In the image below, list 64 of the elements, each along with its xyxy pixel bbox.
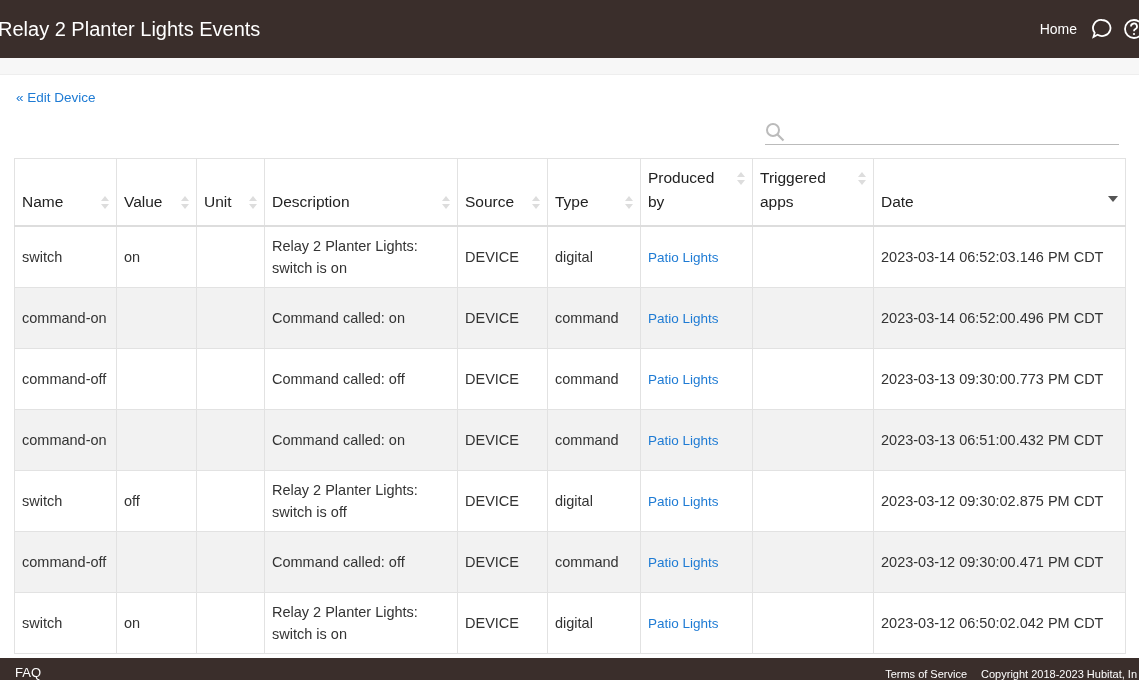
table-cell: Command called: on — [272, 310, 405, 326]
table-cell: 2023-03-13 09:30:00.773 PM CDT — [881, 371, 1104, 387]
copyright-text: Copyright 2018-2023 Hubitat, In — [981, 668, 1137, 680]
column-header[interactable]: Produced by — [640, 158, 753, 226]
table-cell: command-off — [22, 554, 107, 570]
chat-bubble-icon[interactable] — [1091, 18, 1113, 40]
table-cell: Relay 2 Planter Lights: switch is on — [272, 238, 418, 276]
help-icon[interactable] — [1123, 18, 1139, 40]
table-cell: Relay 2 Planter Lights: switch is off — [272, 482, 418, 520]
device-link[interactable]: Patio Lights — [648, 615, 719, 631]
column-header[interactable]: Triggered apps — [752, 158, 874, 226]
device-link[interactable]: Patio Lights — [648, 432, 719, 448]
table-cell: off — [124, 493, 140, 509]
table-cell: command — [555, 310, 619, 326]
table-cell: Relay 2 Planter Lights: switch is on — [272, 604, 418, 642]
table-cell: command-on — [22, 432, 107, 448]
table-cell: switch — [22, 615, 63, 631]
table-cell: 2023-03-14 06:52:03.146 PM CDT — [881, 249, 1104, 265]
table-cell: DEVICE — [465, 310, 519, 326]
table-cell: DEVICE — [465, 554, 519, 570]
faq-link[interactable]: FAQ — [15, 665, 41, 680]
table-cell: command — [555, 554, 619, 570]
table-cell: 2023-03-12 06:50:02.042 PM CDT — [881, 615, 1104, 631]
device-link[interactable]: Patio Lights — [648, 310, 719, 326]
column-header[interactable]: Unit — [196, 158, 265, 226]
device-link[interactable]: Patio Lights — [648, 554, 719, 570]
column-header[interactable]: Source — [457, 158, 548, 226]
home-link[interactable]: Home — [1039, 21, 1077, 37]
table-cell: Command called: off — [272, 371, 405, 387]
column-header[interactable]: Type — [547, 158, 641, 226]
table-cell: 2023-03-12 09:30:00.471 PM CDT — [881, 554, 1104, 570]
table-cell: Command called: off — [272, 554, 405, 570]
column-header[interactable]: Name — [14, 158, 117, 226]
table-cell: command — [555, 432, 619, 448]
table-cell: on — [124, 249, 141, 265]
table-cell: command-off — [22, 371, 107, 387]
table-cell: digital — [555, 493, 593, 509]
table-cell: DEVICE — [465, 432, 519, 448]
table-cell: DEVICE — [465, 371, 519, 387]
table-cell: DEVICE — [465, 615, 519, 631]
device-link[interactable]: Patio Lights — [648, 371, 719, 387]
edit-device-link[interactable]: « Edit Device — [16, 90, 96, 105]
terms-link[interactable]: Terms of Service — [885, 668, 968, 680]
column-header[interactable]: Description — [264, 158, 458, 226]
page-title: Relay 2 Planter Lights Events — [0, 17, 261, 41]
column-header[interactable]: Value — [116, 158, 197, 226]
table-cell: 2023-03-14 06:52:00.496 PM CDT — [881, 310, 1104, 326]
table-cell: 2023-03-12 09:30:02.875 PM CDT — [881, 493, 1104, 509]
column-header[interactable]: Date — [873, 158, 1126, 226]
table-cell: digital — [555, 249, 593, 265]
table-cell: on — [124, 615, 141, 631]
table-cell: switch — [22, 493, 63, 509]
table-cell: switch — [22, 249, 63, 265]
table-cell: command — [555, 371, 619, 387]
search-icon — [765, 122, 785, 142]
table-cell: DEVICE — [465, 493, 519, 509]
table-cell: Command called: on — [272, 432, 405, 448]
table-cell: digital — [555, 615, 593, 631]
search-field[interactable] — [765, 120, 1119, 145]
device-link[interactable]: Patio Lights — [648, 493, 719, 509]
table-cell: DEVICE — [465, 249, 519, 265]
table-cell: 2023-03-13 06:51:00.432 PM CDT — [881, 432, 1104, 448]
table-cell: command-on — [22, 310, 107, 326]
device-link[interactable]: Patio Lights — [648, 249, 719, 265]
